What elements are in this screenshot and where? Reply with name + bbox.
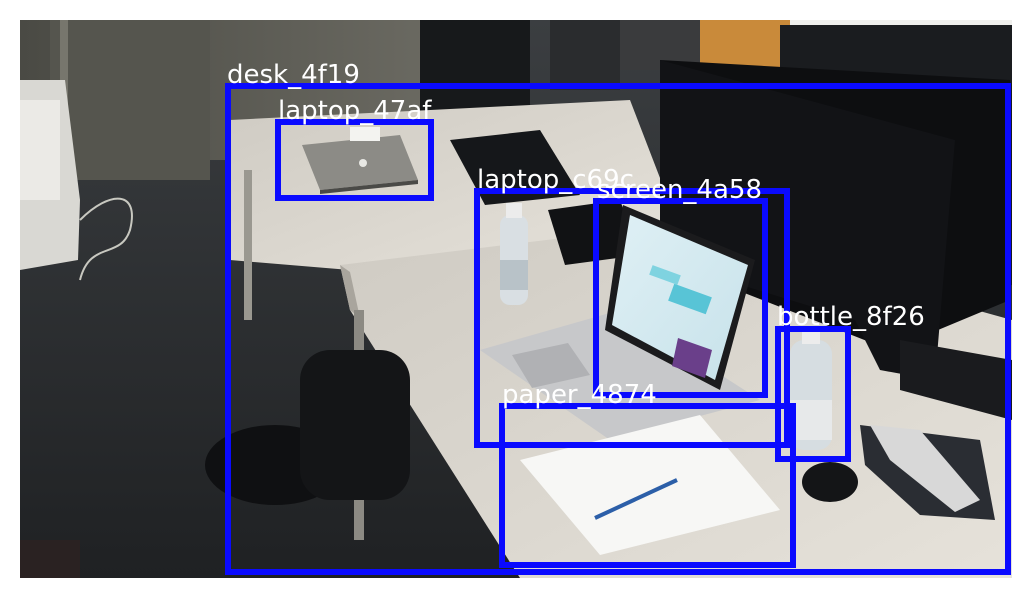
bbox-label: desk_4f19	[227, 60, 360, 90]
bbox-label: screen_4a58	[597, 175, 762, 205]
photo-scene: desk_4f19 laptop_47af laptop_c69c screen…	[20, 20, 1012, 578]
bbox-label: laptop_47af	[278, 96, 432, 126]
bbox-label: paper_4874	[502, 380, 657, 410]
bbox-screen	[593, 198, 768, 398]
bbox-label: bottle_8f26	[777, 302, 925, 332]
bbox-paper	[499, 403, 796, 568]
bbox-laptop-closed	[275, 119, 434, 201]
